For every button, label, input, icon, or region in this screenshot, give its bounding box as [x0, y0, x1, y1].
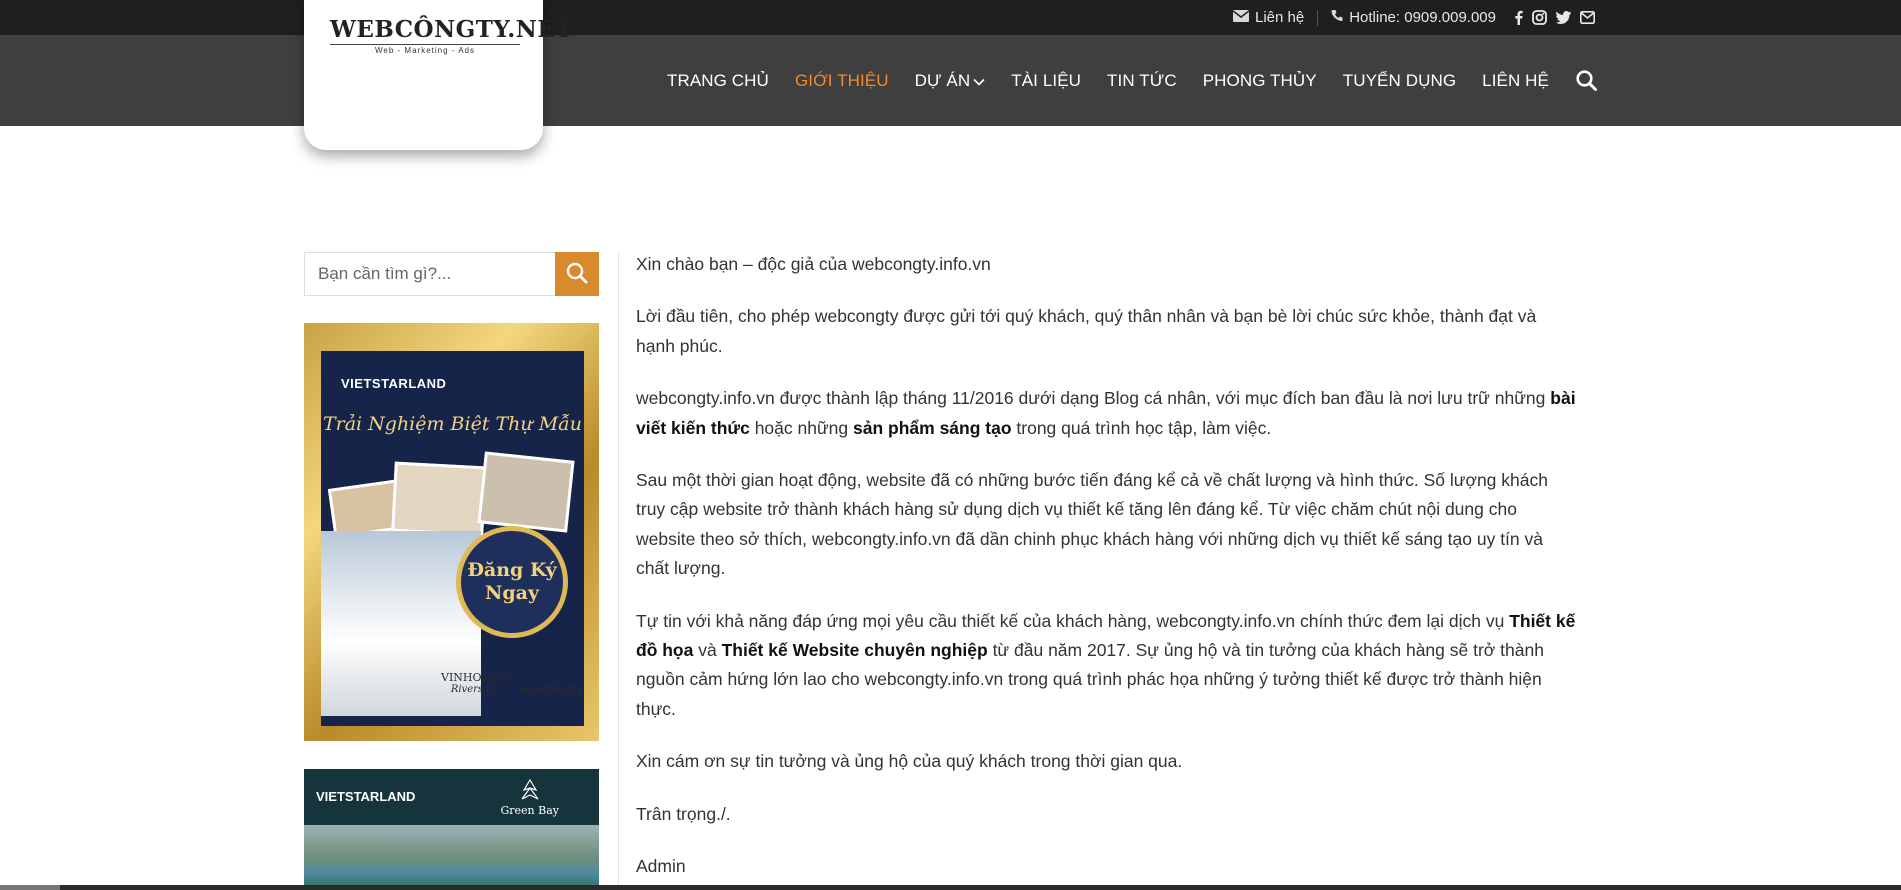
sidebar-banner-villa[interactable]: VIETSTARLAND Trải Nghiệm Biệt Thự Mẫu Đă…: [304, 323, 599, 741]
social-links: [1514, 10, 1595, 25]
nav-item-projects[interactable]: DỰ ÁN: [915, 71, 986, 91]
banner-photos: [327, 451, 576, 541]
instagram-icon[interactable]: [1532, 10, 1547, 25]
greenbay-logo: Green Bay: [500, 778, 559, 817]
logo-card[interactable]: WEBCÔNGTY.NET Web - Marketing - Ads: [304, 0, 573, 150]
nav-item-news[interactable]: TIN TỨC: [1107, 71, 1177, 91]
nav-label: GIỚI THIỆU: [794, 70, 889, 90]
nav-label: LIÊN HỆ: [1482, 70, 1549, 90]
nav-item-about[interactable]: GIỚI THIỆU: [795, 71, 889, 91]
badge-line-2: Ngay: [484, 582, 539, 604]
paragraph-history: webcongty.info.vn được thành lập tháng 1…: [636, 384, 1578, 443]
vinhomes-logo-text: VINHOMES: [441, 671, 509, 684]
banner-title: Trải Nghiệm Biệt Thự Mẫu: [322, 413, 583, 435]
hotline-link[interactable]: Hotline: 0909.009.009: [1331, 9, 1496, 26]
search-button[interactable]: [555, 252, 599, 296]
nav-item-fengshui[interactable]: PHONG THỦY: [1203, 71, 1317, 91]
horizontal-scrollbar[interactable]: [0, 885, 1901, 890]
bold-text: sản phẩm sáng tạo: [853, 417, 1012, 438]
top-bar-links: Liên hệ Hotline: 0909.009.009: [1232, 0, 1595, 35]
content-divider: [618, 252, 619, 890]
main-nav: TRANG CHỦ GIỚI THIỆU DỰ ÁN TÀI LIỆU TIN …: [641, 35, 1597, 126]
text-span: Tự tin với khả năng đáp ứng mọi yêu cầu …: [636, 610, 1510, 631]
twitter-icon[interactable]: [1556, 11, 1571, 24]
search-input[interactable]: [304, 252, 555, 296]
scrollbar-thumb[interactable]: [0, 885, 60, 890]
nav-item-home[interactable]: TRANG CHỦ: [667, 71, 769, 91]
greenbay-logo-text: Green Bay: [500, 804, 559, 817]
search-icon: [566, 262, 588, 287]
bold-text: Thiết kế Website chuyên nghiệp: [721, 640, 988, 661]
nav-label: DỰ ÁN: [914, 70, 971, 90]
paragraph-greeting: Xin chào bạn – độc giả của webcongty.inf…: [636, 254, 991, 274]
banner-footer-logos: VINHOMES Riverside HARMONY: [441, 671, 584, 696]
hotline-label: Hotline: 0909.009.009: [1349, 9, 1496, 26]
nav-label: TIN TỨC: [1107, 70, 1177, 90]
envelope-icon: [1232, 9, 1250, 26]
text-span: webcongty.info.vn được thành lập tháng 1…: [636, 388, 1551, 409]
nav-label: TÀI LIỆU: [1011, 70, 1082, 90]
logo-text: WEBCÔNGTY.NET: [330, 16, 573, 43]
top-bar: Liên hệ Hotline: 0909.009.009: [0, 0, 1901, 35]
paragraph-regards: Trân trọng./.: [636, 803, 731, 824]
main-header: TRANG CHỦ GIỚI THIỆU DỰ ÁN TÀI LIỆU TIN …: [0, 35, 1901, 126]
greenbay-image: [304, 825, 599, 890]
nav-label: TRANG CHỦ: [666, 70, 769, 90]
site-logo[interactable]: WEBCÔNGTY.NET Web - Marketing - Ads: [330, 16, 573, 56]
photo-thumb: [391, 461, 487, 537]
banner2-brand: VIETSTARLAND: [316, 789, 416, 804]
paragraph-wishes: Lời đầu tiên, cho phép webcongty được gử…: [636, 306, 1537, 356]
paragraph-growth: Sau một thời gian hoạt động, website đã …: [636, 470, 1548, 579]
phone-icon: [1331, 9, 1343, 26]
nav-label: TUYỂN DỤNG: [1342, 70, 1457, 90]
logo-tagline: Web - Marketing - Ads: [330, 44, 520, 55]
search-icon[interactable]: [1576, 70, 1597, 91]
greenbay-emblem-icon: [521, 778, 539, 800]
paragraph-signature: Admin: [636, 856, 686, 877]
badge-line-1: Đăng Ký: [467, 559, 557, 582]
topbar-divider: [1317, 9, 1319, 26]
text-span: và: [693, 640, 722, 661]
sidebar-search: [304, 252, 599, 296]
banner-brand: VIETSTARLAND: [341, 376, 447, 391]
email-icon[interactable]: [1580, 11, 1595, 24]
text-span: trong quá trình học tập, làm việc.: [1011, 417, 1272, 438]
contact-label: Liên hệ: [1254, 9, 1305, 26]
chevron-down-icon: [973, 71, 985, 91]
vinhomes-sub: Riverside: [450, 684, 499, 695]
paragraph-services: Tự tin với khả năng đáp ứng mọi yêu cầu …: [636, 607, 1578, 725]
nav-item-recruitment[interactable]: TUYỂN DỤNG: [1343, 71, 1456, 91]
nav-item-contact[interactable]: LIÊN HỆ: [1482, 71, 1549, 91]
nav-item-documents[interactable]: TÀI LIỆU: [1011, 71, 1081, 91]
register-badge: Đăng Ký Ngay: [456, 526, 568, 638]
text-span: hoặc những: [749, 417, 854, 438]
harmony-logo-text: HARMONY: [520, 683, 584, 696]
banner2-header: VIETSTARLAND Green Bay: [304, 769, 599, 825]
sidebar-banner-greenbay[interactable]: VIETSTARLAND Green Bay: [304, 769, 599, 890]
paragraph-thanks: Xin cám ơn sự tin tưởng và ủng hộ của qu…: [636, 751, 1183, 772]
nav-label: PHONG THỦY: [1202, 70, 1317, 90]
facebook-icon[interactable]: [1514, 10, 1523, 25]
contact-link[interactable]: Liên hệ: [1232, 9, 1305, 26]
article-content: Xin chào bạn – độc giả của webcongty.inf…: [636, 250, 1578, 890]
banner-panel: VIETSTARLAND Trải Nghiệm Biệt Thự Mẫu Đă…: [321, 351, 584, 726]
photo-thumb: [477, 451, 575, 533]
